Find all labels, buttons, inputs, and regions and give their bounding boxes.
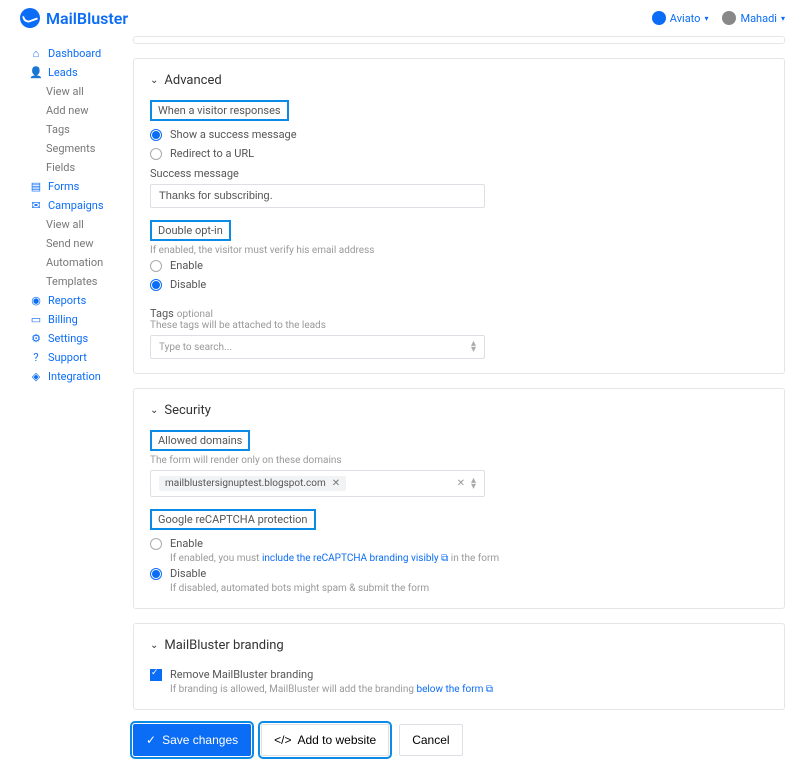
plug-icon: ◈ xyxy=(30,371,42,383)
radio-captcha-enable[interactable]: Enable xyxy=(150,534,768,553)
help-icon: ? xyxy=(30,352,42,364)
user-menu[interactable]: Mahadi ▾ xyxy=(722,11,785,25)
sidebar-item-leads[interactable]: 👤Leads xyxy=(30,63,125,82)
sidebar-item-view-all[interactable]: View all xyxy=(30,215,125,234)
sidebar-item-add-new[interactable]: Add new xyxy=(30,101,125,120)
chevron-down-icon: ⌄ xyxy=(150,405,158,416)
sidebar-item-automation[interactable]: Automation xyxy=(30,253,125,272)
user-icon: 👤 xyxy=(30,67,42,79)
radio-icon xyxy=(150,568,162,580)
label-allowed-domains: Allowed domains xyxy=(150,430,250,451)
sort-icon: ▴▾ xyxy=(471,341,476,353)
clear-icon[interactable]: ✕ xyxy=(457,478,465,489)
radio-icon xyxy=(150,538,162,550)
sidebar-item-tags[interactable]: Tags xyxy=(30,120,125,139)
remove-chip-icon[interactable]: ✕ xyxy=(332,478,340,489)
mail-icon: ✉ xyxy=(30,200,42,212)
sidebar-item-templates[interactable]: Templates xyxy=(30,272,125,291)
checkbox-remove-branding[interactable]: Remove MailBluster branding xyxy=(150,665,768,684)
sidebar-item-forms[interactable]: ▤Forms xyxy=(30,177,125,196)
hint-captcha-enable: If enabled, you must include the reCAPTC… xyxy=(150,553,768,564)
sort-icon: ▴▾ xyxy=(471,478,476,490)
brand-icon xyxy=(20,8,40,28)
panel-collapsed-prev xyxy=(133,36,785,44)
add-to-website-button[interactable]: </> Add to website xyxy=(261,724,389,756)
link-below-form[interactable]: below the form ⧉ xyxy=(416,684,493,695)
gear-icon: ⚙ xyxy=(30,333,42,345)
label-recaptcha: Google reCAPTCHA protection xyxy=(150,509,316,530)
cancel-button[interactable]: Cancel xyxy=(399,724,462,756)
panel-advanced: ⌄ Advanced When a visitor responses Show… xyxy=(133,58,785,374)
section-toggle-security[interactable]: ⌄ Security xyxy=(150,403,768,418)
label-double-opt-in: Double opt-in xyxy=(150,220,231,241)
radio-icon xyxy=(150,148,162,160)
user-avatar-icon xyxy=(722,11,736,25)
hint-branding: If branding is allowed, MailBluster will… xyxy=(150,684,768,695)
sidebar-item-send-new[interactable]: Send new xyxy=(30,234,125,253)
hint-allowed-domains: The form will render only on these domai… xyxy=(150,455,768,466)
sidebar: ⌂Dashboard👤LeadsView allAdd newTagsSegme… xyxy=(0,36,125,776)
checkbox-icon xyxy=(150,669,162,681)
sidebar-item-billing[interactable]: ▭Billing xyxy=(30,310,125,329)
sidebar-item-view-all[interactable]: View all xyxy=(30,82,125,101)
radio-icon xyxy=(150,260,162,272)
hint-double-opt-in: If enabled, the visitor must verify his … xyxy=(150,245,768,256)
sidebar-item-dashboard[interactable]: ⌂Dashboard xyxy=(30,44,125,63)
save-button[interactable]: ✓ Save changes xyxy=(133,724,251,756)
sidebar-item-integration[interactable]: ◈Integration xyxy=(30,367,125,386)
check-icon: ✓ xyxy=(146,733,156,747)
radio-doubleopt-enable[interactable]: Enable xyxy=(150,256,768,275)
chevron-down-icon: ⌄ xyxy=(150,640,158,651)
sidebar-item-campaigns[interactable]: ✉Campaigns xyxy=(30,196,125,215)
card-icon: ▭ xyxy=(30,314,42,326)
radio-doubleopt-disable[interactable]: Disable xyxy=(150,275,768,294)
section-toggle-advanced[interactable]: ⌄ Advanced xyxy=(150,73,768,88)
radio-redirect-url[interactable]: Redirect to a URL xyxy=(150,144,768,163)
label-visitor-response: When a visitor responses xyxy=(150,100,289,121)
label-tags: Tags xyxy=(150,307,174,320)
radio-icon xyxy=(150,129,162,141)
sidebar-item-settings[interactable]: ⚙Settings xyxy=(30,329,125,348)
hint-captcha-disable: If disabled, automated bots might spam &… xyxy=(150,583,768,594)
label-success-message: Success message xyxy=(150,167,239,180)
radio-show-success[interactable]: Show a success message xyxy=(150,125,768,144)
radio-icon xyxy=(150,279,162,291)
domain-chip: mailblustersignuptest.blogspot.com ✕ xyxy=(159,476,346,491)
select-tags[interactable]: Type to search... ▴▾ xyxy=(150,335,485,359)
radio-captcha-disable[interactable]: Disable xyxy=(150,564,768,583)
input-allowed-domains[interactable]: mailblustersignuptest.blogspot.com ✕ ✕ ▴… xyxy=(150,470,485,497)
sidebar-item-reports[interactable]: ◉Reports xyxy=(30,291,125,310)
home-icon: ⌂ xyxy=(30,48,42,60)
brand-logo: MailBluster xyxy=(20,8,128,28)
link-recaptcha-branding[interactable]: include the reCAPTCHA branding visibly ⧉ xyxy=(262,553,448,564)
sidebar-item-segments[interactable]: Segments xyxy=(30,139,125,158)
chart-icon: ◉ xyxy=(30,295,42,307)
panel-branding: ⌄ MailBluster branding Remove MailBluste… xyxy=(133,623,785,710)
brand-text: MailBluster xyxy=(46,9,128,28)
section-toggle-branding[interactable]: ⌄ MailBluster branding xyxy=(150,638,768,653)
external-link-icon: ⧉ xyxy=(486,684,493,695)
org-switcher[interactable]: Aviato ▾ xyxy=(652,11,709,25)
hint-tags: These tags will be attached to the leads xyxy=(150,320,768,331)
form-icon: ▤ xyxy=(30,181,42,193)
chevron-down-icon: ▾ xyxy=(704,14,708,23)
code-icon: </> xyxy=(274,733,291,747)
chevron-down-icon: ▾ xyxy=(781,14,785,23)
chevron-down-icon: ⌄ xyxy=(150,75,158,86)
input-success-message[interactable] xyxy=(150,184,485,208)
panel-security: ⌄ Security Allowed domains The form will… xyxy=(133,388,785,609)
org-avatar-icon xyxy=(652,11,666,25)
sidebar-item-fields[interactable]: Fields xyxy=(30,158,125,177)
sidebar-item-support[interactable]: ?Support xyxy=(30,348,125,367)
